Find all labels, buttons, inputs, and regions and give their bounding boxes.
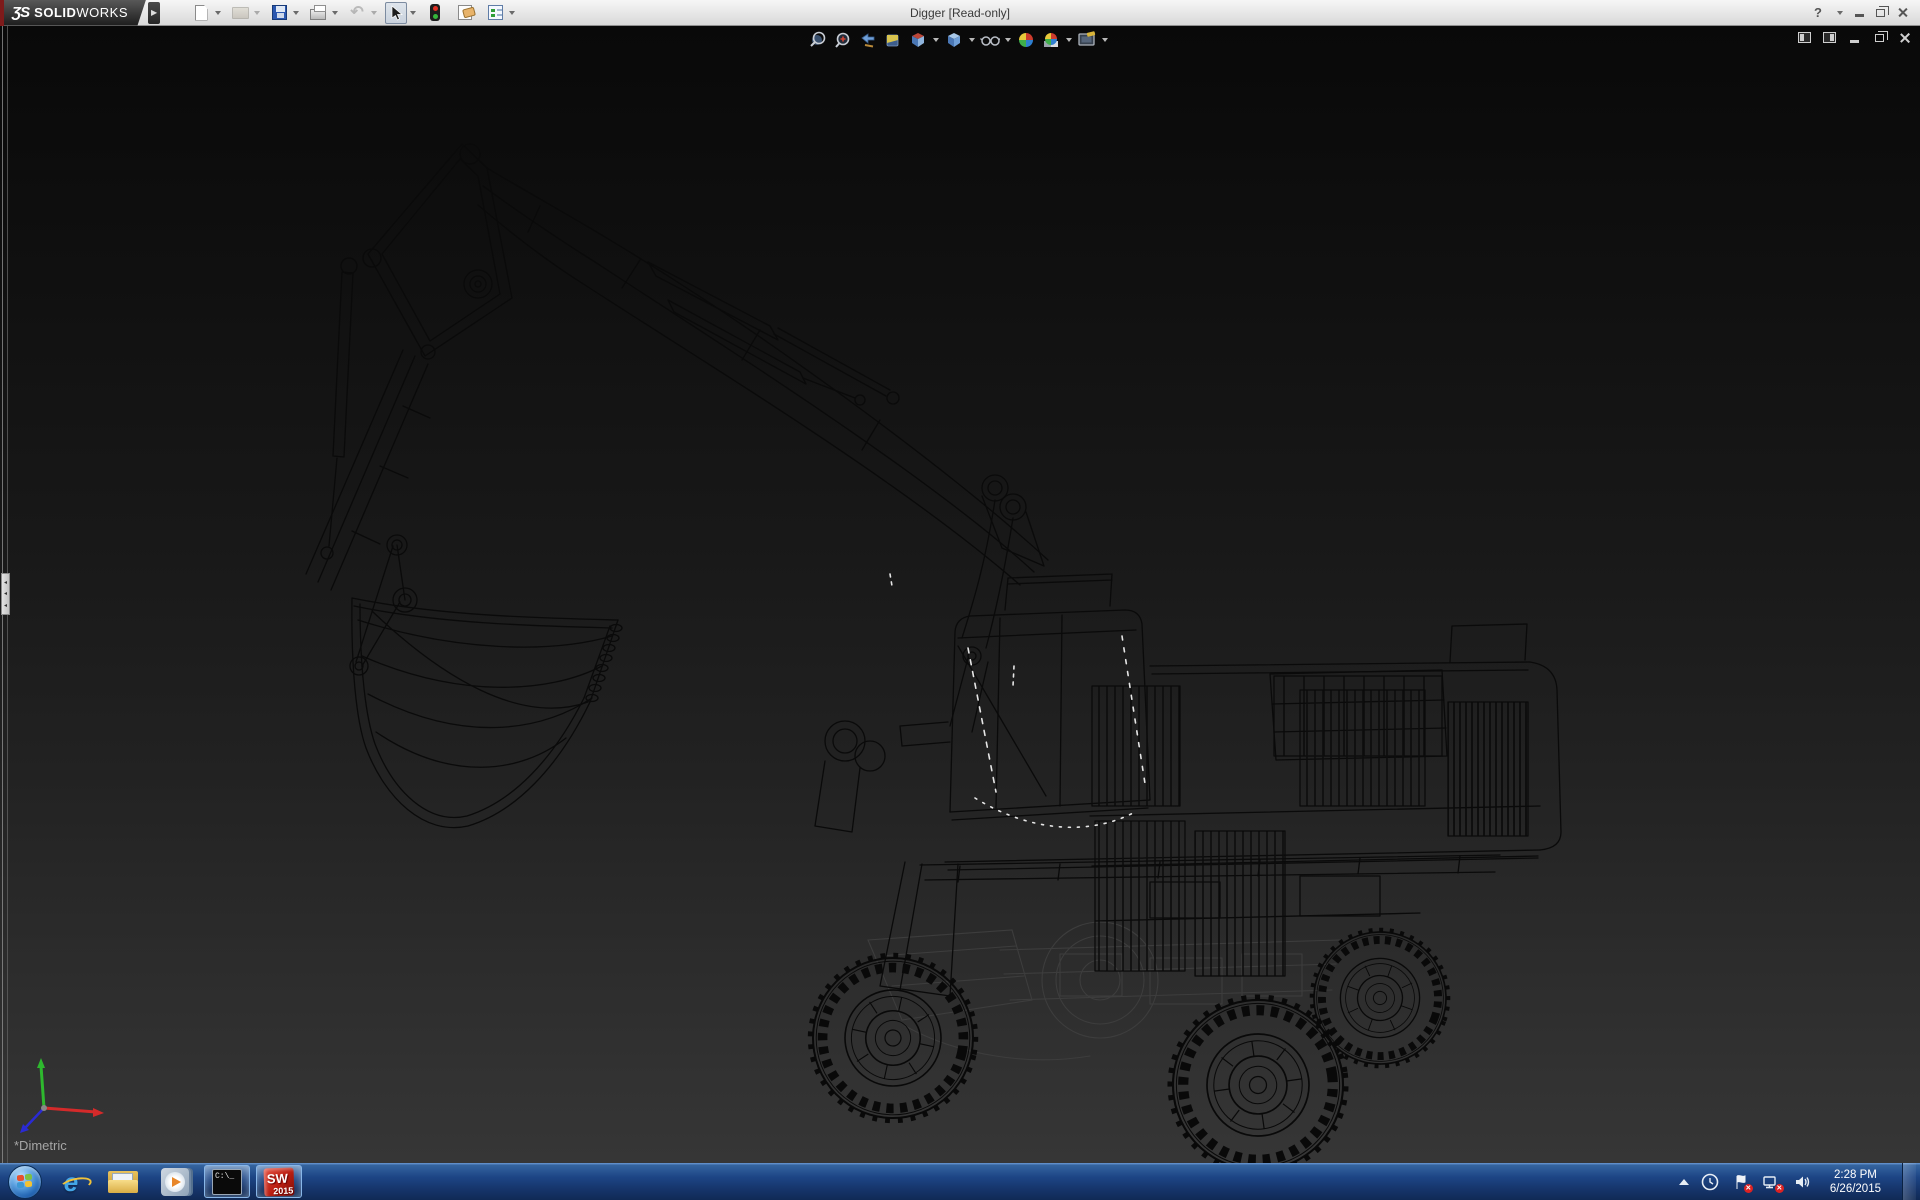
select-cursor-icon [389,5,403,21]
hide-show-items-button[interactable] [980,30,1000,50]
new-document-icon [195,5,208,21]
feature-manager-collapsed-tab[interactable]: ◂ ◂ ◂ [1,573,10,615]
zoom-to-fit-button[interactable] [808,30,828,50]
select-dropdown[interactable] [410,11,416,15]
app-window-controls: ? [1814,5,1920,20]
system-tray: ✕ ✕ 2:28 PM 6/26/2015 [1679,1163,1920,1200]
section-view-button[interactable] [883,30,903,50]
tray-time: 2:28 PM [1830,1168,1881,1182]
display-style-button[interactable] [944,30,964,50]
options-icon [488,5,503,20]
app-restore-button[interactable] [1876,9,1885,17]
display-style-dropdown[interactable] [969,38,975,42]
heads-up-view-toolbar [808,29,1108,51]
open-folder-icon [232,7,249,19]
close-icon [1899,32,1910,43]
view-orientation-label: *Dimetric [14,1138,67,1153]
taskbar-windows-explorer[interactable] [100,1165,146,1198]
folder-icon [108,1171,138,1193]
view-settings-button[interactable] [1077,30,1097,50]
apply-scene-button[interactable] [1041,30,1061,50]
collapse-left-pane-button[interactable] [1797,31,1812,44]
undo-button[interactable]: ↶ [346,2,368,24]
help-dropdown[interactable] [1837,11,1843,15]
orientation-triad [20,1058,104,1133]
traffic-light-icon [430,4,440,21]
undo-icon: ↶ [350,6,363,20]
hide-show-items-dropdown[interactable] [1005,38,1011,42]
command-prompt-icon: C:\_ [212,1169,242,1195]
solidworks-logo-text: SOLIDWORKS [34,5,128,20]
open-dropdown[interactable] [254,11,260,15]
select-button[interactable] [385,2,407,24]
taskbar-media-player[interactable] [152,1165,198,1198]
taskbar-command-prompt[interactable]: C:\_ [204,1165,250,1198]
doc-restore-button[interactable] [1872,31,1887,44]
zoom-to-area-button[interactable] [833,30,853,50]
apply-scene-dropdown[interactable] [1066,38,1072,42]
print-dropdown[interactable] [332,11,338,15]
solidworks-2015-icon: SW 2015 [264,1167,295,1196]
save-floppy-icon [272,5,287,20]
save-button[interactable] [268,2,290,24]
print-icon [310,9,326,20]
doc-minimize-button[interactable] [1847,31,1862,44]
options-dropdown[interactable] [509,11,515,15]
network-disconnected-badge: ✕ [1775,1184,1784,1193]
doc-close-button[interactable] [1897,31,1912,44]
undo-dropdown[interactable] [371,11,377,15]
new-dropdown[interactable] [215,11,221,15]
media-player-icon [161,1168,189,1196]
toolbar-expander[interactable]: ▶ [148,2,160,24]
windows-taskbar: e C:\_ SW 2015 ✕ ✕ 2:28 PM 6/26 [0,1163,1920,1200]
rebuild-button[interactable] [424,2,446,24]
document-window-controls [1797,31,1912,44]
save-dropdown[interactable] [293,11,299,15]
collapse-right-pane-button[interactable] [1822,31,1837,44]
show-desktop-button[interactable] [1902,1163,1916,1200]
file-properties-button[interactable] [454,2,476,24]
left-pane-icon [1798,32,1811,43]
tray-clock-icon[interactable] [1700,1172,1720,1192]
action-center-flag-icon[interactable]: ✕ [1731,1172,1751,1192]
view-orientation-dropdown[interactable] [933,38,939,42]
internet-explorer-icon: e [64,1169,78,1195]
open-button[interactable] [229,2,251,24]
windows-flag-icon [17,1175,33,1190]
help-button[interactable]: ? [1814,5,1822,20]
digger-wireframe-model [0,26,1920,1163]
print-button[interactable] [307,2,329,24]
start-button[interactable] [8,1165,42,1199]
app-titlebar: ƷS SOLIDWORKS ▶ ↶ Digger [Read-only] ? [0,0,1920,26]
solidworks-logo-mark: ƷS [12,4,29,21]
show-hidden-icons-button[interactable] [1679,1179,1689,1185]
taskbar-internet-explorer[interactable]: e [48,1165,94,1198]
restore-icon [1875,34,1884,42]
standard-toolbar: ↶ [182,2,515,24]
volume-icon[interactable] [1793,1172,1813,1192]
app-minimize-button[interactable] [1855,14,1864,17]
file-properties-icon [458,5,472,20]
network-status-icon[interactable]: ✕ [1762,1172,1782,1192]
app-close-button[interactable] [1897,7,1908,18]
options-button[interactable] [484,2,506,24]
graphics-area[interactable]: ◂ ◂ ◂ [0,26,1920,1163]
alert-badge: ✕ [1744,1184,1753,1193]
wireframe-layer [306,144,1561,996]
taskbar-solidworks[interactable]: SW 2015 [256,1165,302,1198]
tray-date: 6/26/2015 [1830,1182,1881,1196]
brand-red-strip [0,0,4,26]
previous-view-button[interactable] [858,30,878,50]
view-orientation-button[interactable] [908,30,928,50]
minimize-icon [1850,40,1859,43]
solidworks-logo: ƷS SOLIDWORKS [4,0,146,26]
view-settings-dropdown[interactable] [1102,38,1108,42]
edit-appearance-button[interactable] [1016,30,1036,50]
right-pane-icon [1823,32,1836,43]
new-button[interactable] [190,2,212,24]
taskbar-clock[interactable]: 2:28 PM 6/26/2015 [1824,1168,1887,1196]
